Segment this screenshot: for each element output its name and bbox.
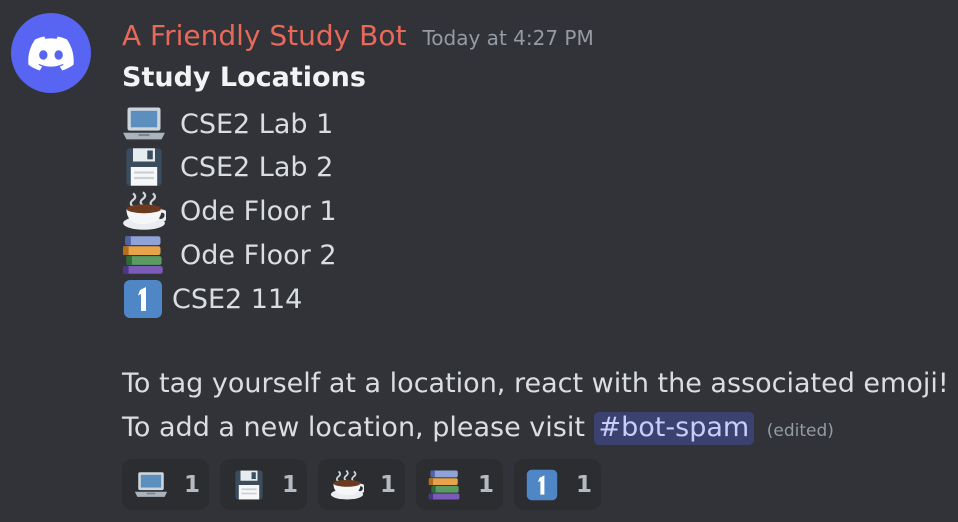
reaction-count: 1 (184, 471, 201, 498)
message-timestamp: Today at 4:27 PM (422, 26, 594, 50)
location-item: CSE2 114 (122, 279, 302, 319)
author-name[interactable]: A Friendly Study Bot (122, 19, 406, 52)
keycap-1-icon (526, 469, 562, 501)
instruction-text: To tag yourself at a location, react wit… (122, 368, 949, 399)
channel-mention[interactable]: #bot-spam (593, 412, 755, 445)
hot-beverage-icon (122, 191, 166, 231)
reaction-count: 1 (478, 471, 495, 498)
message-header: A Friendly Study Bot Today at 4:27 PM (122, 19, 594, 52)
keycap-1-icon (122, 279, 166, 319)
edited-label: (edited) (766, 421, 834, 441)
floppy-disk-icon (122, 147, 166, 187)
laptop-icon (122, 104, 166, 144)
reaction-count: 1 (380, 471, 397, 498)
location-label: CSE2 Lab 1 (180, 108, 334, 140)
message-title: Study Locations (122, 62, 366, 93)
avatar[interactable] (11, 13, 91, 93)
reactions-bar: 1 1 1 1 1 (122, 459, 601, 510)
location-label: Ode Floor 2 (180, 239, 337, 271)
location-item: Ode Floor 2 (122, 235, 337, 275)
reaction-count: 1 (576, 471, 593, 498)
add-location-line: To add a new location, please visit #bot… (122, 412, 834, 445)
add-location-text: To add a new location, please visit (122, 412, 585, 443)
location-item: CSE2 Lab 1 (122, 104, 333, 144)
reaction-floppy-disk[interactable]: 1 (220, 459, 307, 510)
discord-logo-icon (28, 36, 74, 71)
location-label: Ode Floor 1 (180, 195, 337, 227)
chat-message: A Friendly Study Bot Today at 4:27 PM St… (0, 0, 958, 522)
reaction-keycap-1[interactable]: 1 (514, 459, 601, 510)
location-item: Ode Floor 1 (122, 191, 337, 231)
laptop-icon (134, 469, 170, 501)
reaction-count: 1 (282, 471, 299, 498)
reaction-laptop[interactable]: 1 (122, 459, 209, 510)
location-label: CSE2 Lab 2 (180, 151, 334, 183)
location-item: CSE2 Lab 2 (122, 147, 333, 187)
location-label: CSE2 114 (172, 283, 303, 315)
reaction-hot-beverage[interactable]: 1 (318, 459, 405, 510)
books-icon (428, 469, 464, 501)
books-icon (122, 235, 166, 275)
reaction-books[interactable]: 1 (416, 459, 503, 510)
hot-beverage-icon (330, 469, 366, 501)
floppy-disk-icon (232, 469, 268, 501)
